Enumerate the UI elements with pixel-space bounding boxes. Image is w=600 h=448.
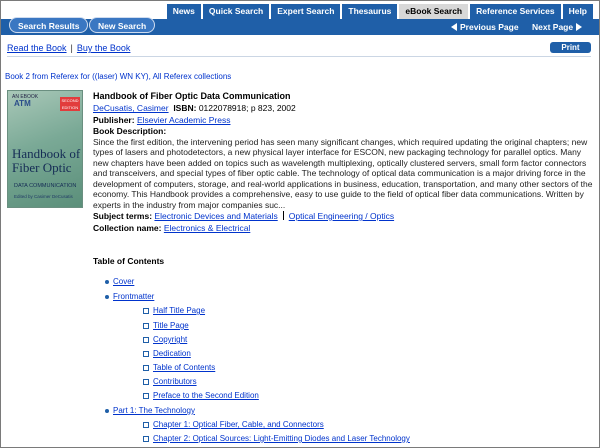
isbn-label: ISBN:	[173, 103, 197, 113]
arrow-right-icon	[576, 23, 583, 31]
isbn-value: 0122078918; p 823, 2002	[198, 103, 296, 113]
subject-term-link[interactable]: Electronic Devices and Materials	[154, 211, 277, 221]
top-navigation: News Quick Search Expert Search Thesauru…	[1, 1, 599, 37]
next-page-link[interactable]: Next Page	[532, 21, 583, 33]
subject-terms-label: Subject terms:	[93, 211, 153, 221]
description-label: Book Description:	[93, 126, 593, 137]
subject-terms-row: Subject terms: Electronic Devices and Ma…	[93, 211, 593, 222]
collection-label: Collection name:	[93, 222, 162, 233]
new-search-button[interactable]: New Search	[89, 17, 156, 33]
next-page-label: Next Page	[532, 22, 574, 32]
tab-quick-search[interactable]: Quick Search	[202, 4, 270, 19]
author-isbn-row: DeCusatis, Casimer ISBN: 0122078918; p 8…	[93, 103, 593, 114]
terms-separator	[282, 211, 284, 220]
toc-subitem[interactable]: Contributors	[143, 377, 197, 386]
buy-book-link[interactable]: Buy the Book	[77, 43, 131, 53]
action-separator: |	[70, 43, 73, 53]
toc-subitem[interactable]: Chapter 1: Optical Fiber, Cable, and Con…	[143, 420, 324, 429]
collection-link[interactable]: Electronics & Electrical	[164, 223, 250, 233]
tab-bar: News Quick Search Expert Search Thesauru…	[165, 4, 593, 19]
tab-ebook-search[interactable]: eBook Search	[399, 4, 469, 19]
tab-expert-search[interactable]: Expert Search	[271, 4, 341, 19]
book-description: Since the first edition, the intervening…	[93, 136, 593, 210]
author-link[interactable]: DeCusatis, Casimer	[93, 103, 169, 113]
description-label-text: Book Description:	[93, 126, 167, 136]
subject-term-link[interactable]: Optical Engineering / Optics	[289, 211, 394, 221]
breadcrumb: Book 2 from Referex for ((laser) WN KY),…	[5, 72, 232, 81]
publisher-label: Publisher:	[93, 114, 135, 125]
tab-help[interactable]: Help	[562, 4, 593, 19]
toc-item-frontmatter[interactable]: Frontmatter	[104, 292, 154, 301]
book-info: Handbook of Fiber Optic Data Communicati…	[93, 90, 593, 233]
toc-subitem[interactable]: Preface to the Second Edition	[143, 391, 259, 400]
toc-subitem[interactable]: Half Title Page	[142, 306, 205, 315]
collection-row: Collection name: Electronics & Electrica…	[93, 223, 593, 234]
toc-subitem[interactable]: Chapter 2: Optical Sources: Light-Emitti…	[143, 434, 410, 443]
cover-editor: Edited by Casimer DeCusatis	[14, 194, 73, 199]
tab-reference-services[interactable]: Reference Services	[470, 4, 561, 19]
toc-item-cover[interactable]: Cover	[104, 277, 134, 286]
cover-subtitle: DATA COMMUNICATION	[14, 183, 77, 189]
cover-title-line1: Handbook of	[12, 146, 81, 161]
previous-page-label: Previous Page	[460, 22, 519, 32]
search-results-button[interactable]: Search Results	[9, 17, 89, 33]
divider	[7, 56, 591, 57]
read-book-link[interactable]: Read the Book	[7, 43, 67, 53]
book-actions: Read the Book | Buy the Book	[7, 43, 130, 53]
book-title: Handbook of Fiber Optic Data Communicati…	[93, 91, 291, 101]
toc-heading: Table of Contents	[93, 256, 165, 266]
print-button[interactable]: Print	[550, 42, 591, 53]
publisher-row: Publisher: Elsevier Academic Press	[93, 115, 593, 126]
tab-thesaurus[interactable]: Thesaurus	[342, 4, 398, 19]
cover-edition-badge: SECOND EDITION	[60, 97, 80, 111]
toc-subitem[interactable]: Copyright	[142, 335, 187, 344]
publisher-link[interactable]: Elsevier Academic Press	[137, 115, 231, 125]
previous-page-link[interactable]: Previous Page	[451, 21, 519, 33]
toc-subitem[interactable]: Table of Contents	[142, 363, 215, 372]
cover-title-line2: Fiber Optic	[12, 160, 72, 175]
book-cover-image[interactable]: AN EBOOK ATM SECOND EDITION Handbook of F…	[7, 90, 83, 208]
toc-item-part1[interactable]: Part 1: The Technology	[105, 406, 195, 415]
arrow-left-icon	[451, 23, 457, 31]
toc-subitem[interactable]: Title Page	[143, 321, 189, 330]
cover-series: ATM	[14, 99, 31, 108]
tab-news[interactable]: News	[166, 4, 201, 19]
cover-title: Handbook of Fiber Optic	[12, 147, 80, 175]
toc-subitem[interactable]: Dedication	[143, 349, 191, 358]
